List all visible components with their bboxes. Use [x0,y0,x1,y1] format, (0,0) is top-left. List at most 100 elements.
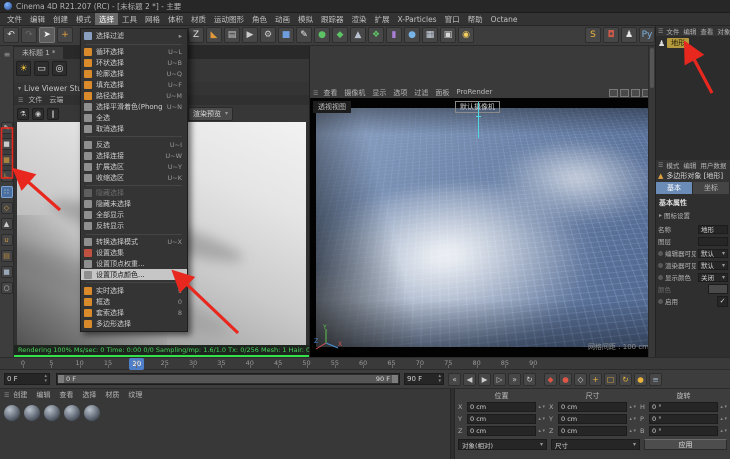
material-menu-2[interactable]: 查看 [59,390,73,400]
hamburger-icon[interactable]: ☰ [313,90,318,97]
polygons-mode-icon[interactable]: ▲ [0,218,13,230]
om-menu-3[interactable]: 对象 [717,26,730,36]
stepper-icon[interactable]: ▴ ▾ [720,428,727,434]
coordinate-value-field[interactable]: 0 ° [649,402,719,412]
edges-mode-icon[interactable]: ◇ [0,202,13,214]
material-5[interactable] [84,405,100,421]
menu-item-选择平滑着色(Phong)断开[interactable]: 选择平滑着色(Phong)断开U~N [81,102,187,113]
viewport-menu-2[interactable]: 显示 [372,88,386,98]
workplane-axis-icon[interactable]: ∟ [0,170,13,182]
octane-menu-0[interactable]: 文件 [28,95,42,105]
plugin-icon[interactable]: ◘ [603,27,619,43]
extrude-icon[interactable]: ◆ [332,27,348,43]
next-frame-button[interactable]: ▷ [493,373,506,386]
menu-item-循环选择[interactable]: 循环选择 U~L [81,47,187,58]
sun-icon[interactable]: ☀ [16,61,31,76]
menubar-item-10[interactable]: 角色 [248,13,271,25]
keyframe-selection-icon[interactable]: ◇ [574,373,587,386]
material-menu-3[interactable]: 选择 [82,390,96,400]
menubar-item-8[interactable]: 材质 [187,13,210,25]
menubar-item-9[interactable]: 运动图形 [210,13,248,25]
menubar-item-4[interactable]: 选择 [95,13,118,25]
menu-item-反转显示[interactable]: 反转显示 [81,221,187,232]
menu-item-套索选择[interactable]: 套索选择 8 [81,307,187,318]
menu-item-环状选择[interactable]: 环状选择 U~B [81,58,187,69]
viewport-3d-view[interactable]: 透视视图 默认摄像机 Y X Z 网格间距 : 100 cm [310,98,655,357]
coordinate-value-field[interactable]: 0 cm [558,414,628,424]
stepper-icon[interactable]: ▴ ▾ [438,374,441,384]
menu-item-设置选集[interactable]: 设置选集 [81,248,187,259]
menu-item-隐藏选择[interactable]: 隐藏选择 [81,188,187,199]
cube-primitive-icon[interactable]: ■ [278,27,294,43]
material-menu-5[interactable]: 纹理 [128,390,142,400]
goto-end-button[interactable]: » [508,373,521,386]
model-mode-icon[interactable]: ■ [0,138,13,150]
hamburger-icon[interactable]: ☰ [18,97,23,104]
goto-start-button[interactable]: « [448,373,461,386]
menu-item-填充选择[interactable]: 填充选择 U~F [81,80,187,91]
menubar-item-18[interactable]: 帮助 [464,13,487,25]
render-settings-icon[interactable]: ⚙ [260,27,276,43]
octane-menu-1[interactable]: 云端 [49,95,63,105]
fields-icon[interactable]: ▦ [422,27,438,43]
menu-item-框选[interactable]: 框选 0 [81,296,187,307]
menubar-item-14[interactable]: 渲染 [348,13,371,25]
tab-coordinates[interactable]: 坐标 [693,182,730,194]
am-subsection-toggle[interactable]: ▸ 图标设置 [656,209,730,221]
material-1[interactable] [4,405,20,421]
hamburger-icon[interactable]: ☰ [4,392,9,399]
viewport-menu-1[interactable]: 摄像机 [344,88,365,98]
make-editable-icon[interactable]: ✎ [0,122,13,134]
workplane-icon[interactable]: ◣ [206,27,222,43]
volume-icon[interactable]: ● [404,27,420,43]
stepper-icon[interactable]: ▴ ▾ [629,404,636,410]
coordinate-value-field[interactable]: 0 cm [558,426,628,436]
record-position-icon[interactable]: + [589,373,602,386]
modeling-settings-icon[interactable]: ▤ [0,250,13,262]
loop-button[interactable]: ↻ [523,373,536,386]
symmetry-icon[interactable]: ▮ [386,27,402,43]
record-rotation-icon[interactable]: ↻ [619,373,632,386]
menu-item-收缩选区[interactable]: 收缩选区 U~K [81,172,187,183]
menu-item-选择连接[interactable]: 选择连接 U~W [81,150,187,161]
render-pass-dropdown[interactable]: 渲染预览 ▾ [188,106,234,121]
menu-item-路径选择[interactable]: 路径选择 U~M [81,91,187,102]
material-3[interactable] [44,405,60,421]
material-menu-1[interactable]: 编辑 [36,390,50,400]
hamburger-icon[interactable]: ≡ [0,50,14,59]
menu-item-轮廓选择[interactable]: 轮廓选择 U~Q [81,69,187,80]
stepper-icon[interactable]: ▴ ▾ [538,416,545,422]
render-start-icon[interactable]: ◉ [32,107,44,120]
coordinate-value-field[interactable]: 0 cm [467,402,537,412]
menu-item-设置顶点颜色...[interactable]: 设置顶点颜色... [81,269,187,281]
flask-icon[interactable]: ⚗ [17,107,29,120]
redo-icon[interactable]: ↷ [21,27,37,43]
stepper-icon[interactable]: ▴ ▾ [629,416,636,422]
record-scale-icon[interactable]: □ [604,373,617,386]
move-tool-icon[interactable]: + [57,27,73,43]
menu-item-转换选择模式[interactable]: 转换选择模式 U~X [81,237,187,248]
points-mode-icon[interactable]: ∷ [0,186,13,198]
range-handle-right[interactable] [392,375,398,383]
animation-dot-icon[interactable] [658,298,663,304]
play-button[interactable]: ▶ [478,373,491,386]
menubar-item-11[interactable]: 动画 [271,13,294,25]
range-start-field[interactable]: 0 F ▴ ▾ [4,373,50,385]
menubar-item-13[interactable]: 跟踪器 [317,13,348,25]
menu-item-扩展选区[interactable]: 扩展选区 U~Y [81,161,187,172]
texture-mode-icon[interactable]: ▦ [0,154,13,166]
menubar-item-16[interactable]: X-Particles [394,13,441,25]
viewport-menu-3[interactable]: 选项 [393,88,407,98]
range-end-field[interactable]: 90 F ▴ ▾ [404,373,444,385]
menu-item-全部显示[interactable]: 全部显示 [81,210,187,221]
menubar-item-2[interactable]: 创建 [49,13,72,25]
cloner-icon[interactable]: ❖ [368,27,384,43]
coordinate-size-dropdown[interactable]: 尺寸 ▾ [551,439,640,450]
vertical-scrollbar[interactable] [648,46,655,396]
menu-item-全选[interactable]: 全选 [81,112,187,123]
stepper-icon[interactable]: ▴ ▾ [538,404,545,410]
stepper-icon[interactable]: ▴ ▾ [720,416,727,422]
character-icon[interactable]: ♟ [621,27,637,43]
pen-spline-icon[interactable]: ✎ [296,27,312,43]
menubar-item-5[interactable]: 工具 [118,13,141,25]
